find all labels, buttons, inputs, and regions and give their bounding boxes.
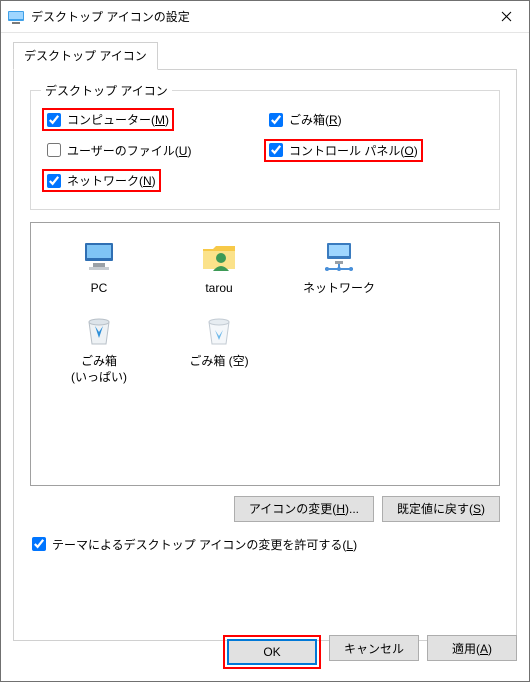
icon-item-recycle-full-label: ごみ箱(いっぱい) bbox=[41, 354, 157, 385]
icon-item-recycle-empty[interactable]: ごみ箱 (空) bbox=[159, 306, 279, 395]
groupbox-desktop-icons: デスクトップ アイコン コンピューター(M) ごみ bbox=[30, 90, 500, 210]
recycle-empty-icon bbox=[199, 310, 239, 350]
checkbox-recycle-bin[interactable]: ごみ箱(R) bbox=[269, 111, 342, 128]
icon-listbox[interactable]: PC tarou bbox=[30, 222, 500, 486]
checkbox-allow-theme[interactable]: テーマによるデスクトップ アイコンの変更を許可する(L) bbox=[32, 536, 357, 553]
user-folder-icon bbox=[199, 237, 239, 277]
ok-button[interactable]: OK bbox=[227, 639, 317, 665]
checkbox-control-panel[interactable]: コントロール パネル(O) bbox=[269, 142, 418, 159]
checkbox-recycle-bin-input[interactable] bbox=[269, 113, 283, 127]
icon-item-user-label: tarou bbox=[161, 281, 277, 297]
dialog-window: デスクトップ アイコンの設定 デスクトップ アイコン デスクトップ アイコン bbox=[0, 0, 530, 682]
pc-icon bbox=[79, 237, 119, 277]
client-area: デスクトップ アイコン デスクトップ アイコン コンピューター(M) bbox=[1, 33, 529, 653]
checkbox-network-input[interactable] bbox=[47, 174, 61, 188]
apply-button[interactable]: 適用(A) bbox=[427, 635, 517, 661]
app-icon bbox=[7, 8, 25, 26]
close-button[interactable] bbox=[483, 1, 529, 32]
checkbox-control-panel-label: コントロール パネル(O) bbox=[289, 142, 418, 159]
checkbox-computer-input[interactable] bbox=[47, 113, 61, 127]
checkbox-recycle-bin-label: ごみ箱(R) bbox=[289, 111, 342, 128]
icon-item-recycle-empty-label: ごみ箱 (空) bbox=[161, 354, 277, 370]
checkbox-computer[interactable]: コンピューター(M) bbox=[47, 111, 169, 128]
checkbox-grid: コンピューター(M) ごみ箱(R) ユーザーのファイル(U bbox=[43, 105, 487, 197]
recycle-full-icon bbox=[79, 310, 119, 350]
checkbox-computer-label: コンピューター(M) bbox=[67, 111, 169, 128]
tab-panel: デスクトップ アイコン コンピューター(M) ごみ bbox=[13, 69, 517, 641]
checkbox-user-files-input[interactable] bbox=[47, 143, 61, 157]
checkbox-user-files-label: ユーザーのファイル(U) bbox=[67, 142, 191, 159]
icon-item-pc-label: PC bbox=[41, 281, 157, 297]
restore-defaults-button[interactable]: 既定値に戻す(S) bbox=[382, 496, 500, 522]
icon-item-network[interactable]: ネットワーク bbox=[279, 233, 399, 307]
network-icon bbox=[319, 237, 359, 277]
titlebar: デスクトップ アイコンの設定 bbox=[1, 1, 529, 33]
checkbox-control-panel-input[interactable] bbox=[269, 143, 283, 157]
theme-check-row: テーマによるデスクトップ アイコンの変更を許可する(L) bbox=[32, 536, 500, 555]
cancel-button[interactable]: キャンセル bbox=[329, 635, 419, 661]
checkbox-allow-theme-label: テーマによるデスクトップ アイコンの変更を許可する(L) bbox=[52, 536, 357, 553]
tab-header: デスクトップ アイコン bbox=[13, 42, 517, 70]
checkbox-network-label: ネットワーク(N) bbox=[67, 172, 156, 189]
titlebar-text: デスクトップ アイコンの設定 bbox=[31, 8, 483, 25]
highlight-ok: OK bbox=[223, 635, 321, 669]
icon-button-row: アイコンの変更(H)... 既定値に戻す(S) bbox=[28, 496, 500, 522]
icon-item-network-label: ネットワーク bbox=[281, 281, 397, 297]
highlight-control-panel: コントロール パネル(O) bbox=[264, 139, 423, 162]
close-icon bbox=[501, 11, 512, 22]
highlight-network: ネットワーク(N) bbox=[42, 169, 161, 192]
icon-item-user[interactable]: tarou bbox=[159, 233, 279, 307]
tab-desktop-icons[interactable]: デスクトップ アイコン bbox=[13, 42, 158, 70]
checkbox-user-files[interactable]: ユーザーのファイル(U) bbox=[47, 142, 191, 159]
highlight-computer: コンピューター(M) bbox=[42, 108, 174, 131]
icon-grid: PC tarou bbox=[39, 233, 491, 396]
dialog-button-row: OK キャンセル 適用(A) bbox=[1, 635, 529, 681]
checkbox-network[interactable]: ネットワーク(N) bbox=[47, 172, 156, 189]
groupbox-label: デスクトップ アイコン bbox=[41, 82, 172, 99]
icon-item-recycle-full[interactable]: ごみ箱(いっぱい) bbox=[39, 306, 159, 395]
checkbox-allow-theme-input[interactable] bbox=[32, 537, 46, 551]
icon-item-pc[interactable]: PC bbox=[39, 233, 159, 307]
change-icon-button[interactable]: アイコンの変更(H)... bbox=[234, 496, 374, 522]
